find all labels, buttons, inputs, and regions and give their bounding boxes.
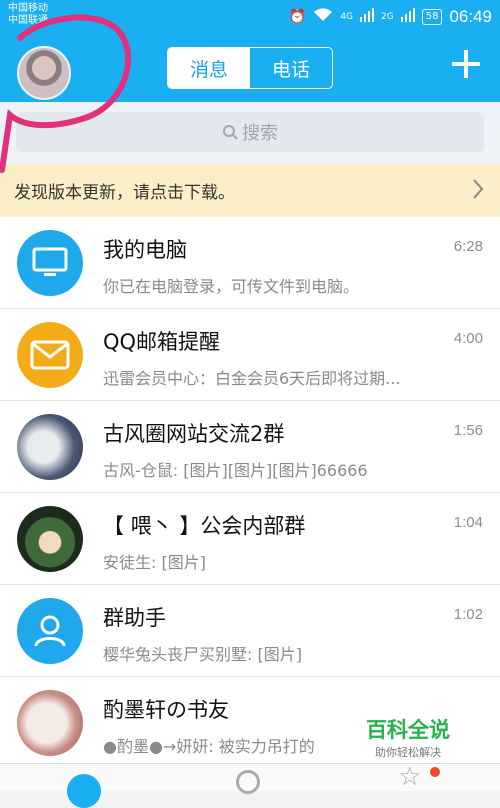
notification-dot [430,767,440,777]
search-icon [223,125,238,140]
bottom-nav: ☆ [0,763,500,808]
chat-title: 古风圈网站交流2群 [103,422,285,446]
chat-time: 6:28 [453,238,483,255]
user-avatar[interactable] [17,46,71,100]
chevron-right-icon [472,178,484,206]
nav-messages-icon[interactable] [67,774,101,808]
search-input[interactable]: 搜索 [16,112,484,152]
carrier-info: 中国移动 中国联通 [8,3,48,27]
search-area: 搜索 [0,102,500,164]
chat-row[interactable]: 古风圈网站交流2群 古风-仓鼠: [图片][图片][图片]66666 1:56 [0,401,500,493]
tab-messages[interactable]: 消息 [168,48,250,88]
chat-title: 我的电脑 [103,238,187,262]
search-placeholder: 搜索 [242,123,278,144]
app-header: 消息 电话 [0,38,500,102]
chat-time: 4:00 [453,330,483,347]
nav-contacts-icon[interactable] [236,770,260,794]
signal-icon [400,8,415,26]
add-button[interactable] [448,46,484,82]
watermark-subtitle: 助你轻松解决 [375,746,441,759]
chat-time: 1:56 [453,422,483,439]
update-notice[interactable]: 发现版本更新，请点击下载。 [0,164,500,217]
tab-calls[interactable]: 电话 [250,48,332,88]
chat-time: 1:04 [453,514,483,531]
watermark: 百科全说 助你轻松解决 [352,708,464,766]
network-4g: 4G [340,12,354,22]
monitor-icon [17,230,83,296]
chat-preview: 安徒生: [图片] [103,553,206,572]
wifi-icon [313,8,333,26]
carrier-1: 中国移动 [8,3,48,14]
chat-title: QQ邮箱提醒 [103,330,221,354]
chat-row[interactable]: 【 喂丶 】公会内部群 安徒生: [图片] 1:04 [0,493,500,585]
chat-preview: 迅雷会员中心：白金会员6天后即将过期... [103,369,401,388]
chat-title: 酌墨轩の书友 [103,698,229,722]
group-helper-icon [17,598,83,664]
carrier-2: 中国联通 [8,15,48,26]
group-avatar [17,690,83,756]
watermark-title: 百科全说 [366,718,450,742]
chat-row[interactable]: QQ邮箱提醒 迅雷会员中心：白金会员6天后即将过期... 4:00 [0,309,500,401]
signal-icon [360,8,375,26]
header-tabs: 消息 电话 [167,47,333,89]
alarm-icon: ⏰ [288,9,307,25]
battery-indicator: 58 [421,9,443,25]
chat-row[interactable]: 我的电脑 你已在电脑登录，可传文件到电脑。 6:28 [0,217,500,309]
chat-time: 1:02 [453,606,483,623]
chat-title: 【 喂丶 】公会内部群 [103,514,306,538]
chat-preview: 古风-仓鼠: [图片][图片][图片]66666 [103,461,368,480]
status-icons: ⏰ 4G 2G 58 06:49 [289,7,492,27]
chat-row[interactable]: 群助手 樱华兔头丧尸买别墅: [图片] 1:02 [0,585,500,677]
mail-icon [17,322,83,388]
nav-dynamic-icon[interactable]: ☆ [398,764,421,790]
group-avatar [17,414,83,480]
chat-preview: 樱华兔头丧尸买别墅: [图片] [103,645,302,664]
chat-title: 群助手 [103,606,166,630]
status-bar: 中国移动 中国联通 ⏰ 4G 2G 58 06:49 [0,0,500,38]
network-2g: 2G [381,12,394,22]
group-avatar [17,506,83,572]
chat-list: 我的电脑 你已在电脑登录，可传文件到电脑。 6:28 QQ邮箱提醒 迅雷会员中心… [0,217,500,764]
update-notice-text: 发现版本更新，请点击下载。 [14,183,235,203]
chat-preview: 你已在电脑登录，可传文件到电脑。 [103,277,360,296]
clock: 06:49 [449,7,492,26]
plus-icon [452,50,480,78]
